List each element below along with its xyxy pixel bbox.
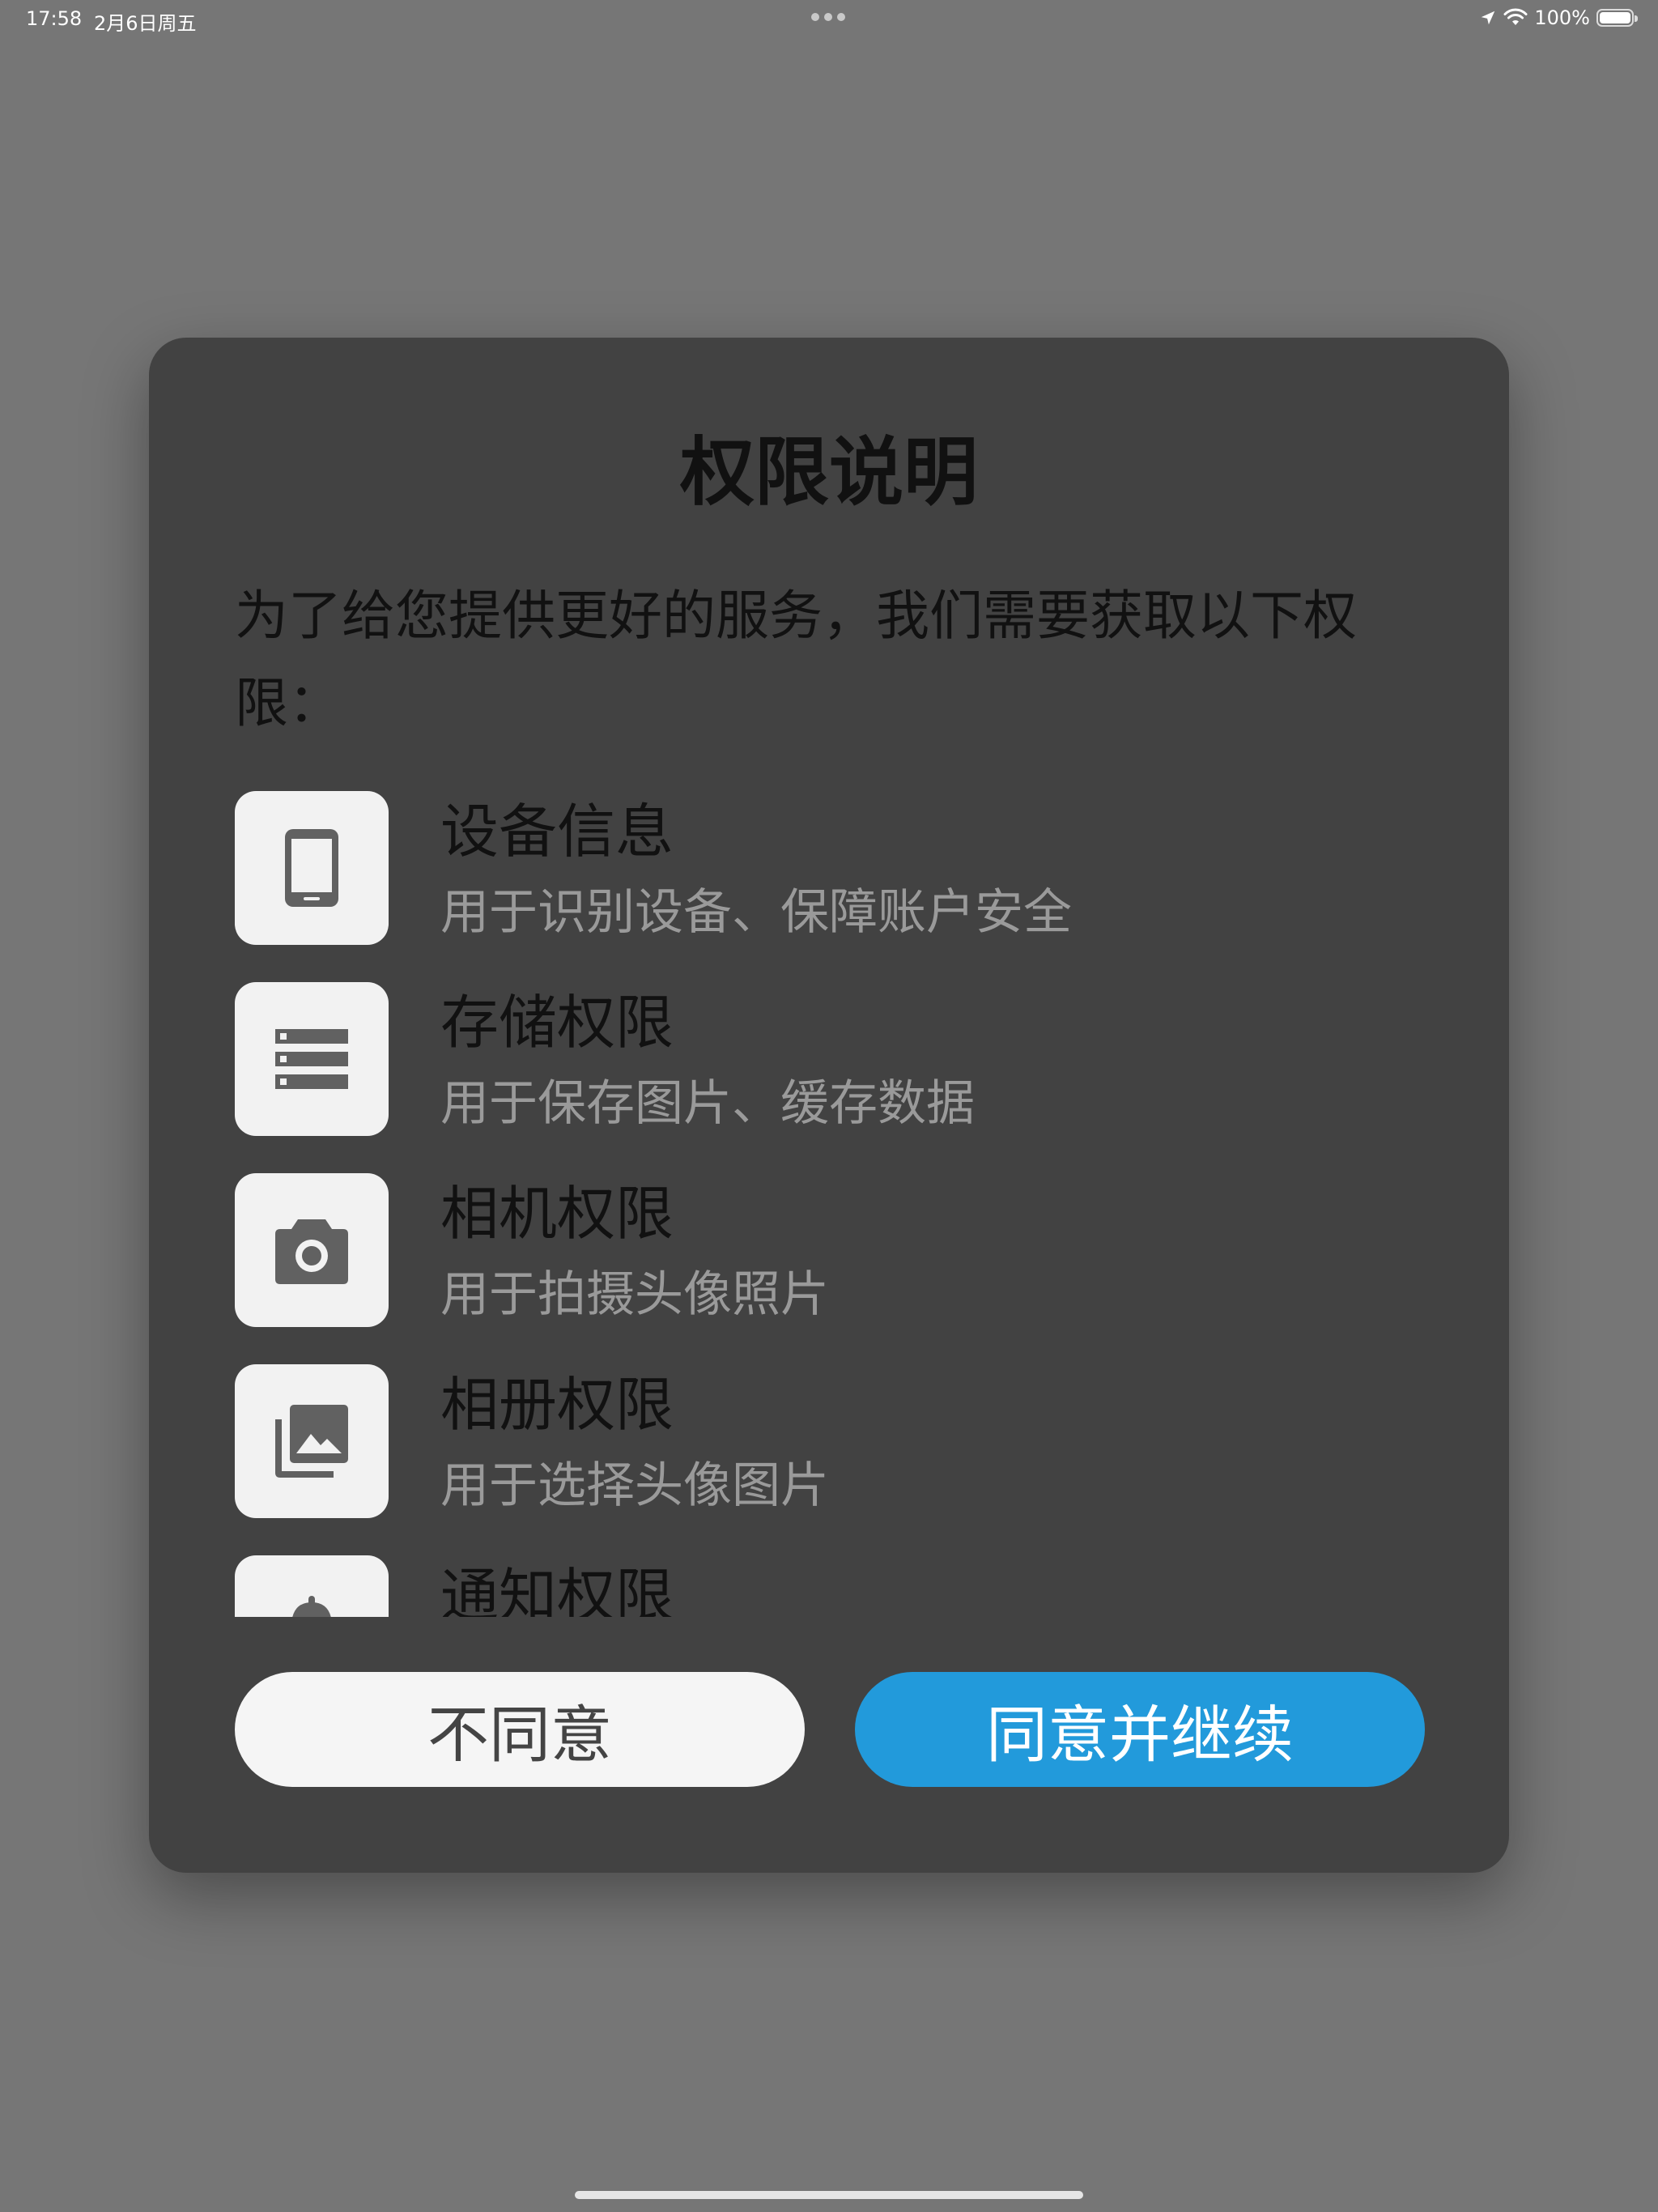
permission-title: 设备信息 [440, 798, 674, 866]
multitasking-dots-icon[interactable] [811, 13, 845, 21]
permission-subtitle: 用于识别设备、保障账户安全 [440, 884, 1072, 941]
wifi-icon [1503, 8, 1528, 25]
permission-subtitle: 用于保存图片、缓存数据 [440, 1075, 975, 1132]
camera-icon [235, 1173, 389, 1327]
dialog-description: 为了给您提供更好的服务，我们需要获取以下权限： [235, 585, 1357, 734]
status-bar: 17:58 2月6日周五 100% [0, 0, 1658, 39]
permission-list[interactable]: 设备信息 用于识别设备、保障账户安全 存储权限 用于保存图片、缓存数据 相机权限… [235, 791, 1433, 1617]
permission-item-photo-library: 相册权限 用于选择头像图片 [235, 1364, 1433, 1518]
phone-icon [235, 791, 389, 945]
permission-title: 通知权限 [440, 1562, 674, 1617]
location-arrow-icon [1482, 11, 1495, 25]
permission-item-storage: 存储权限 用于保存图片、缓存数据 [235, 982, 1433, 1136]
permission-title: 相册权限 [440, 1371, 674, 1439]
photo-library-icon [235, 1364, 389, 1518]
battery-percentage: 100% [1534, 6, 1590, 29]
permission-title: 相机权限 [440, 1180, 674, 1248]
permission-item-camera: 相机权限 用于拍摄头像照片 [235, 1173, 1433, 1327]
permission-subtitle: 用于选择头像图片 [440, 1457, 829, 1514]
status-date: 2月6日周五 [94, 12, 197, 35]
home-indicator[interactable] [575, 2191, 1083, 2199]
dialog-title: 权限说明 [679, 429, 978, 516]
decline-button[interactable]: 不同意 [235, 1672, 805, 1787]
permission-dialog: 权限说明 为了给您提供更好的服务，我们需要获取以下权限： 设备信息 用于识别设备… [149, 338, 1509, 1873]
screen: 17:58 2月6日周五 100% 权限说明 为了给您提供更好的服务，我们需要获… [0, 0, 1658, 2212]
bell-icon [235, 1555, 389, 1617]
battery-icon [1596, 9, 1638, 27]
permission-title: 存储权限 [440, 989, 674, 1057]
status-right: 100% [1479, 6, 1638, 29]
accept-continue-button[interactable]: 同意并继续 [855, 1672, 1425, 1787]
storage-icon [235, 982, 389, 1136]
permission-item-device-info: 设备信息 用于识别设备、保障账户安全 [235, 791, 1433, 945]
status-time: 17:58 [26, 7, 83, 30]
permission-subtitle: 用于拍摄头像照片 [440, 1266, 829, 1323]
permission-item-notification: 通知权限 [235, 1555, 1433, 1617]
